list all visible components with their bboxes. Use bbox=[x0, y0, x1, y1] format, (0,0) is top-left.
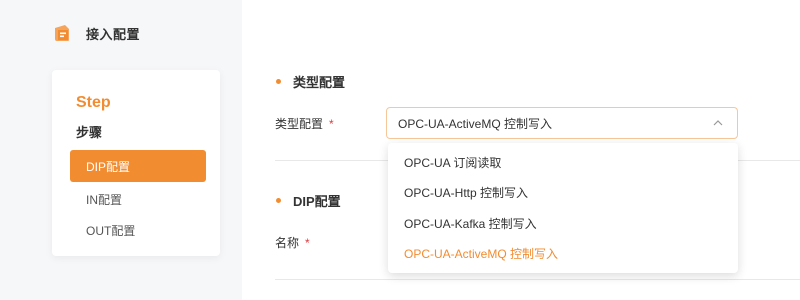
type-dropdown-menu: OPC-UA 订阅读取 OPC-UA-Http 控制写入 OPC-UA-Kafk… bbox=[388, 143, 738, 273]
chevron-up-icon bbox=[713, 120, 723, 126]
type-select[interactable]: OPC-UA-ActiveMQ 控制写入 bbox=[386, 107, 738, 139]
section-title-label: 类型配置 bbox=[293, 75, 346, 90]
section-title-dip: DIP配置 bbox=[276, 191, 341, 210]
required-mark: * bbox=[329, 117, 334, 131]
steps-subheading: 步骤 bbox=[76, 125, 103, 140]
type-select-value: OPC-UA-ActiveMQ 控制写入 bbox=[398, 116, 553, 131]
app-title: 接入配置 bbox=[86, 26, 141, 42]
sidebar: 接入配置 Step 步骤 DIP配置 IN配置 OUT配置 bbox=[0, 0, 242, 300]
step-item-out[interactable]: OUT配置 bbox=[70, 214, 206, 246]
name-field-label: 名称 * bbox=[275, 234, 310, 251]
section-bullet-icon bbox=[276, 198, 281, 203]
step-item-dip[interactable]: DIP配置 bbox=[70, 150, 206, 182]
dropdown-option[interactable]: OPC-UA-Kafka 控制写入 bbox=[388, 208, 738, 239]
type-field-label: 类型配置 * bbox=[275, 115, 334, 132]
dropdown-option-label: OPC-UA-Http 控制写入 bbox=[404, 186, 529, 201]
steps-card: Step 步骤 DIP配置 IN配置 OUT配置 bbox=[52, 70, 220, 256]
step-item-label: IN配置 bbox=[86, 192, 123, 207]
step-item-in[interactable]: IN配置 bbox=[70, 183, 206, 215]
dropdown-option[interactable]: OPC-UA-Http 控制写入 bbox=[388, 178, 738, 209]
section-bullet-icon bbox=[276, 79, 281, 84]
section-title-type: 类型配置 bbox=[276, 72, 345, 91]
required-mark: * bbox=[305, 236, 310, 250]
dropdown-option[interactable]: OPC-UA 订阅读取 bbox=[388, 147, 738, 178]
dropdown-option-label: OPC-UA 订阅读取 bbox=[404, 155, 502, 170]
app-header: 接入配置 bbox=[52, 22, 140, 44]
section-title-label: DIP配置 bbox=[293, 194, 341, 209]
config-logo-icon bbox=[55, 25, 69, 41]
dropdown-option-label: OPC-UA-ActiveMQ 控制写入 bbox=[404, 247, 559, 262]
steps-heading: Step bbox=[76, 94, 111, 111]
section-divider bbox=[275, 279, 800, 280]
name-field-label-text: 名称 bbox=[275, 236, 300, 250]
dropdown-option-selected[interactable]: OPC-UA-ActiveMQ 控制写入 bbox=[388, 239, 738, 270]
step-item-label: DIP配置 bbox=[86, 159, 131, 174]
dropdown-option-label: OPC-UA-Kafka 控制写入 bbox=[404, 216, 537, 231]
step-item-label: OUT配置 bbox=[86, 223, 136, 238]
type-field-label-text: 类型配置 bbox=[275, 117, 324, 131]
